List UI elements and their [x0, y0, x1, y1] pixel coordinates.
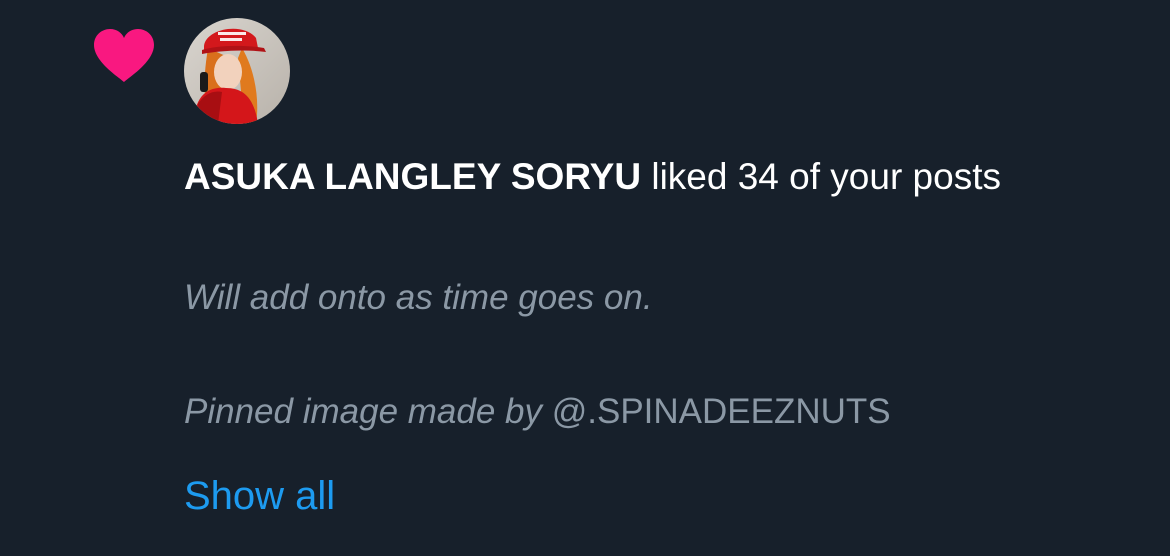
like-notification[interactable]: ASUKA LANGLEY SORYU liked 34 of your pos…	[0, 0, 1170, 556]
notification-headline: ASUKA LANGLEY SORYU liked 34 of your pos…	[184, 148, 1084, 206]
avatar-image	[184, 18, 290, 124]
heart-icon	[94, 29, 154, 82]
bio-line-2-text: Pinned image made by	[184, 392, 552, 431]
user-display-name[interactable]: ASUKA LANGLEY SORYU	[184, 156, 641, 197]
bio-line-1: Will add onto as time goes on.	[184, 278, 653, 317]
action-text: liked 34 of your posts	[641, 156, 1001, 197]
bio-handle: @.SPINADEEZNUTS	[551, 392, 891, 431]
bio-line-2: Pinned image made by @.SPINADEEZNUTS	[184, 390, 891, 434]
show-all-link[interactable]: Show all	[184, 472, 335, 520]
avatar[interactable]	[184, 18, 290, 124]
